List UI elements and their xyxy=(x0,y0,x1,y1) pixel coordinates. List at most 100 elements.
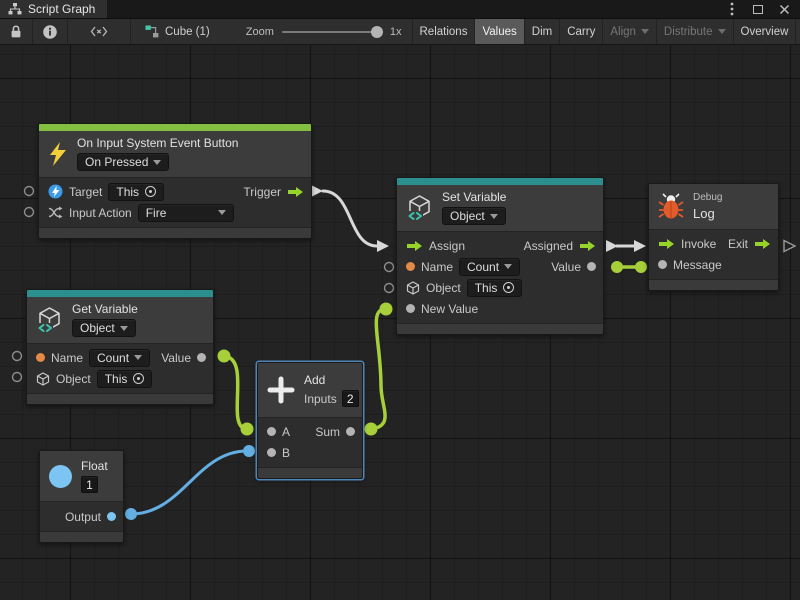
variable-kind-dropdown[interactable]: Object xyxy=(72,319,136,337)
graph-canvas[interactable]: On Input System Event Button On Pressed … xyxy=(0,45,800,600)
input-action-icon xyxy=(48,206,63,219)
maximize-icon[interactable] xyxy=(752,3,764,15)
edge-port-setvar-name[interactable] xyxy=(385,263,394,272)
object-cube-icon xyxy=(36,372,50,386)
name-port-icon[interactable] xyxy=(36,353,45,362)
row-new-value: New Value xyxy=(397,298,603,319)
lightning-bolt-icon xyxy=(48,141,68,167)
edge-port-event-target[interactable] xyxy=(25,187,34,196)
object-picker-button[interactable]: This xyxy=(97,370,153,388)
graph-ref-icon xyxy=(145,25,160,38)
b-port-icon[interactable] xyxy=(267,448,276,457)
sum-port-icon[interactable] xyxy=(346,427,355,436)
info-icon xyxy=(42,24,58,40)
zoom-control: Zoom 1x xyxy=(220,19,412,44)
tab-script-graph[interactable]: Script Graph xyxy=(0,0,107,18)
input-action-dropdown[interactable]: Fire xyxy=(138,204,234,222)
float-icon xyxy=(49,465,72,488)
edge-port-getvar-name[interactable] xyxy=(13,352,22,361)
inputs-label: Inputs xyxy=(304,392,337,406)
script-graph-window: Script Graph xyxy=(0,0,800,600)
node-float[interactable]: Float 1 Output xyxy=(39,450,124,543)
value-label: Value xyxy=(551,260,581,274)
edge-port-getvar-object[interactable] xyxy=(13,373,22,382)
zoom-slider-handle[interactable] xyxy=(371,26,383,38)
row-b: B xyxy=(258,442,362,463)
fullscreen-button[interactable]: Full Screen xyxy=(796,19,800,44)
a-port-icon[interactable] xyxy=(267,427,276,436)
node-get-variable[interactable]: Get Variable Object Name Count Value xyxy=(26,289,214,405)
carry-button[interactable]: Carry xyxy=(560,19,603,44)
chevron-down-icon xyxy=(718,29,726,34)
row-assign: Assign Assigned xyxy=(397,235,603,256)
menu-icon[interactable] xyxy=(726,3,738,15)
lock-icon xyxy=(9,24,23,39)
trigger-flow-port-icon[interactable] xyxy=(287,186,304,198)
edge-port-event-action[interactable] xyxy=(25,208,34,217)
exit-flow-port-icon[interactable] xyxy=(754,238,771,250)
object-picker-icon xyxy=(145,186,156,197)
object-label: Object xyxy=(426,281,461,295)
node-debug-log[interactable]: Debug Log Invoke Exit xyxy=(648,183,779,291)
distribute-button[interactable]: Distribute xyxy=(657,19,734,44)
wire-value-to-message[interactable] xyxy=(611,261,647,273)
variable-kind-dropdown[interactable]: Object xyxy=(442,207,506,225)
value-port-icon[interactable] xyxy=(197,353,206,362)
object-picker-button[interactable]: This xyxy=(467,279,523,297)
align-button[interactable]: Align xyxy=(603,19,657,44)
wire-output-to-b[interactable] xyxy=(125,445,255,520)
graph-breadcrumb[interactable]: Cube (1) xyxy=(131,19,220,44)
assign-label: Assign xyxy=(429,239,465,253)
name-dropdown[interactable]: Count xyxy=(89,349,150,367)
assign-flow-port-icon[interactable] xyxy=(406,240,423,252)
exit-flow-port-unconnected[interactable] xyxy=(784,241,795,252)
new-value-port-icon[interactable] xyxy=(406,304,415,313)
zoom-slider[interactable] xyxy=(282,31,382,33)
relations-button[interactable]: Relations xyxy=(412,19,476,44)
close-icon[interactable] xyxy=(778,3,790,15)
node-add[interactable]: Add Inputs 2 A Sum xyxy=(257,362,363,479)
node-title: On Input System Event Button xyxy=(77,136,238,150)
invoke-flow-port-icon[interactable] xyxy=(658,238,675,250)
value-port-icon[interactable] xyxy=(587,262,596,271)
chevron-down-icon xyxy=(218,210,226,215)
target-label: Target xyxy=(69,185,102,199)
node-title: Get Variable xyxy=(72,302,138,316)
wire-sum-to-newvalue[interactable] xyxy=(365,303,393,436)
output-port-icon[interactable] xyxy=(107,512,116,521)
wire-trigger-to-assign[interactable] xyxy=(311,185,389,252)
node-set-variable[interactable]: Set Variable Object Assign Assigned xyxy=(396,177,604,335)
values-button[interactable]: Values xyxy=(475,19,524,44)
tab-title: Script Graph xyxy=(28,2,95,16)
assigned-label: Assigned xyxy=(524,239,573,253)
wire-getvalue-to-a[interactable] xyxy=(218,350,254,436)
assigned-flow-port-icon[interactable] xyxy=(579,240,596,252)
node-category: Debug xyxy=(693,192,722,203)
message-port-icon[interactable] xyxy=(658,260,667,269)
dim-button[interactable]: Dim xyxy=(525,19,560,44)
object-picker-icon xyxy=(133,373,144,384)
node-on-input-system-event[interactable]: On Input System Event Button On Pressed … xyxy=(38,123,312,239)
input-action-label: Input Action xyxy=(69,206,132,220)
lock-button[interactable] xyxy=(0,19,33,44)
row-target: Target This Trigger xyxy=(39,181,311,202)
name-dropdown[interactable]: Count xyxy=(459,258,520,276)
invoke-label: Invoke xyxy=(681,237,716,251)
row-object: Object This xyxy=(397,277,603,298)
float-value-field[interactable]: 1 xyxy=(81,476,98,493)
event-mode-dropdown[interactable]: On Pressed xyxy=(77,153,169,171)
row-message: Message xyxy=(649,254,778,275)
window-controls xyxy=(726,0,800,18)
chevron-down-icon xyxy=(120,326,128,331)
edge-port-setvar-object[interactable] xyxy=(385,284,394,293)
a-label: A xyxy=(282,425,290,439)
code-x-icon xyxy=(90,25,108,38)
overview-button[interactable]: Overview xyxy=(734,19,797,44)
inputs-count-field[interactable]: 2 xyxy=(342,390,359,407)
inspect-button[interactable] xyxy=(33,19,68,44)
target-object-button[interactable]: This xyxy=(108,183,164,201)
wire-assigned-to-invoke[interactable] xyxy=(606,240,646,252)
node-footer xyxy=(649,279,778,290)
name-port-icon[interactable] xyxy=(406,262,415,271)
code-view-button[interactable] xyxy=(68,19,131,44)
